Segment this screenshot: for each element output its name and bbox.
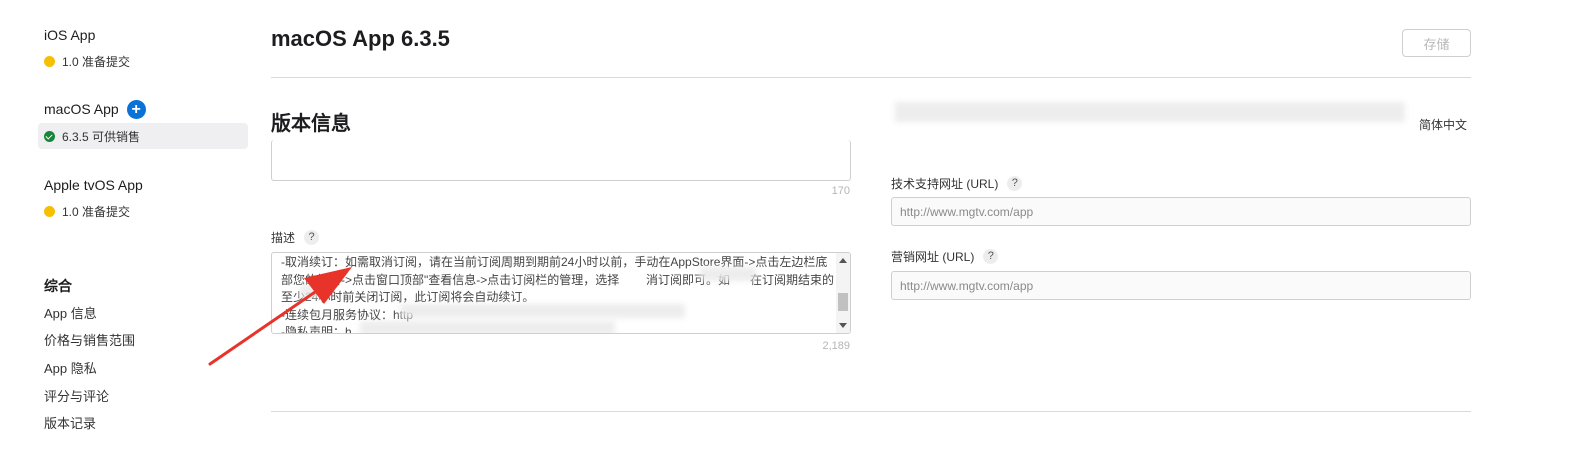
platform-ios: iOS App: [44, 26, 95, 44]
description-char-counter: 2,189: [822, 340, 850, 352]
save-button[interactable]: 存储: [1402, 29, 1471, 57]
description-scrollbar[interactable]: [836, 253, 850, 333]
sidebar-item-app-info[interactable]: App 信息: [44, 303, 97, 322]
version-label: 1.0 准备提交: [62, 54, 131, 69]
sidebar-item-version-history[interactable]: 版本记录: [44, 413, 96, 432]
divider: [271, 77, 1471, 78]
sidebar-item-pricing[interactable]: 价格与销售范围: [44, 330, 135, 349]
sidebar: iOS App 1.0 准备提交 macOS App + 6.3.5 可供销售 …: [0, 0, 255, 453]
redacted-region: [700, 267, 756, 281]
scroll-thumb[interactable]: [838, 293, 848, 311]
add-version-button[interactable]: +: [126, 99, 146, 119]
version-label: 6.3.5 可供销售: [62, 129, 141, 144]
sidebar-item-ratings[interactable]: 评分与评论: [44, 386, 109, 405]
scroll-up-icon[interactable]: [839, 258, 847, 263]
promo-char-counter: 170: [831, 185, 850, 197]
platform-title-tvos: Apple tvOS App: [44, 177, 143, 193]
pending-status-icon: [44, 205, 55, 217]
scroll-down-icon[interactable]: [839, 323, 847, 328]
marketing-url-label: 营销网址 (URL) ?: [891, 248, 999, 265]
platform-title-ios: iOS App: [44, 27, 96, 43]
annotation-arrow-icon: [208, 267, 352, 366]
help-icon[interactable]: ?: [304, 230, 320, 245]
platform-title-macos: macOS App: [44, 101, 119, 117]
platform-tvos: Apple tvOS App: [44, 176, 143, 194]
support-url-label-text: 技术支持网址 (URL): [891, 177, 999, 191]
marketing-url-label-text: 营销网址 (URL): [891, 250, 975, 264]
section-heading-general: 综合: [44, 278, 72, 294]
redacted-region: [400, 304, 685, 318]
redacted-region: [360, 321, 615, 333]
support-url-input[interactable]: [891, 197, 1471, 226]
description-label: 描述 ?: [271, 229, 320, 246]
marketing-url-input[interactable]: [891, 271, 1471, 300]
support-url-label: 技术支持网址 (URL) ?: [891, 175, 1023, 192]
sidebar-item-ios-version[interactable]: 1.0 准备提交: [38, 48, 248, 74]
redacted-region: [895, 102, 1405, 122]
ready-status-icon: [44, 130, 55, 142]
help-icon[interactable]: ?: [983, 249, 999, 264]
description-label-text: 描述: [271, 231, 296, 245]
divider: [271, 411, 1471, 412]
pending-status-icon: [44, 55, 55, 67]
page-title: macOS App 6.3.5: [271, 26, 450, 51]
help-icon[interactable]: ?: [1007, 176, 1023, 191]
sidebar-item-tvos-version[interactable]: 1.0 准备提交: [38, 198, 248, 224]
language-selector[interactable]: 简体中文: [1419, 116, 1467, 133]
sidebar-item-macos-version[interactable]: 6.3.5 可供销售: [38, 123, 248, 149]
version-label: 1.0 准备提交: [62, 204, 131, 219]
section-title-version-info: 版本信息: [271, 113, 351, 135]
promo-text-input[interactable]: [271, 140, 851, 181]
platform-macos: macOS App +: [44, 99, 146, 119]
sidebar-item-privacy[interactable]: App 隐私: [44, 358, 97, 377]
